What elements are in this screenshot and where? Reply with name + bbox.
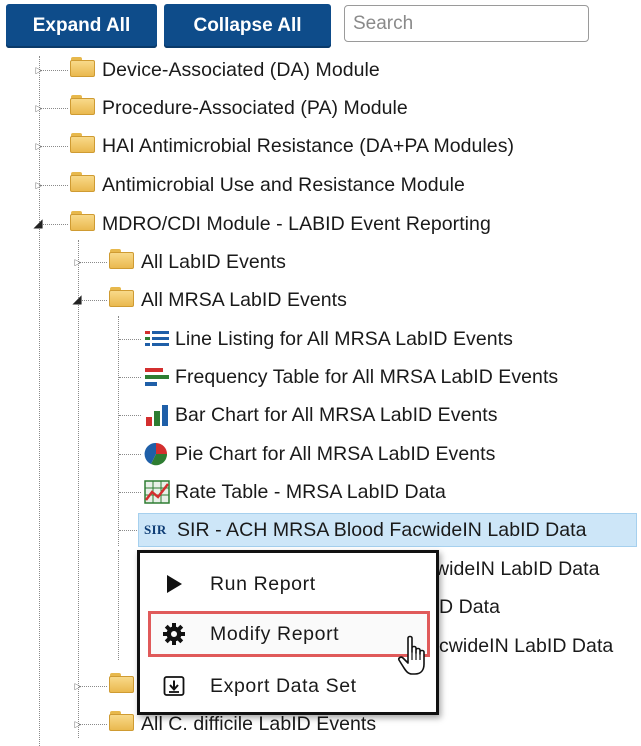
tree-connector	[119, 339, 141, 340]
folder-icon	[70, 95, 98, 121]
report-label: Pie Chart for All MRSA LabID Events	[175, 442, 496, 465]
tree-connector	[40, 70, 68, 71]
report-frequency-table[interactable]: Frequency Table for All MRSA LabID Event…	[143, 360, 558, 394]
menu-item-export-data-set[interactable]: Export Data Set	[148, 663, 430, 709]
expand-toggle-icon[interactable]: ▷	[34, 180, 44, 190]
tree-connector	[40, 185, 68, 186]
menu-item-label: Run Report	[210, 572, 316, 595]
rate-table-icon	[143, 479, 171, 505]
tree-node-label: All MRSA LabID Events	[141, 288, 347, 311]
tree-node-label: MDRO/CDI Module - LABID Event Reporting	[102, 212, 491, 235]
context-menu: Run Report Modify Report Export Data Set	[137, 550, 439, 715]
tree-connector	[78, 240, 79, 738]
report-rate-table[interactable]: Rate Table - MRSA LabID Data	[143, 475, 446, 509]
tree-connector	[40, 146, 68, 147]
report-line-listing[interactable]: Line Listing for All MRSA LabID Events	[143, 322, 513, 356]
hand-cursor-icon	[397, 634, 431, 678]
report-label: D Data	[439, 595, 500, 618]
collapse-toggle-icon[interactable]: ◢	[72, 293, 82, 305]
sir-icon: SIR	[143, 517, 173, 543]
expand-toggle-icon[interactable]: ▷	[73, 681, 83, 691]
tree-node-label: Procedure-Associated (PA) Module	[102, 96, 408, 119]
tree-node-pa-module[interactable]: Procedure-Associated (PA) Module	[70, 91, 408, 125]
folder-icon	[109, 249, 137, 275]
tree-connector	[79, 686, 107, 687]
tree-connector	[79, 724, 107, 725]
report-label: cwideIN LabID Data	[439, 634, 614, 657]
collapse-toggle-icon[interactable]: ◢	[33, 217, 43, 229]
folder-icon	[70, 172, 98, 198]
bar-chart-icon	[143, 402, 171, 428]
tree-node-aur-module[interactable]: Antimicrobial Use and Resistance Module	[70, 168, 465, 202]
report-bar-chart[interactable]: Bar Chart for All MRSA LabID Events	[143, 398, 498, 432]
folder-icon	[70, 211, 98, 237]
menu-item-run-report[interactable]: Run Report	[148, 561, 430, 607]
folder-icon	[70, 57, 98, 83]
menu-item-modify-report[interactable]: Modify Report	[148, 611, 430, 657]
tree-connector	[119, 377, 141, 378]
expand-toggle-icon[interactable]: ▷	[73, 719, 83, 729]
report-label: SIR - ACH MRSA Blood FacwideIN LabID Dat…	[177, 518, 587, 541]
tree-connector	[118, 316, 119, 546]
folder-icon	[109, 287, 137, 313]
expand-toggle-icon[interactable]: ▷	[34, 103, 44, 113]
pie-chart-icon	[143, 441, 171, 467]
tree-connector	[119, 454, 141, 455]
gear-icon	[154, 614, 194, 654]
expand-toggle-icon[interactable]: ▷	[73, 257, 83, 267]
menu-item-label: Export Data Set	[210, 674, 357, 697]
tree-connector	[79, 262, 107, 263]
tree-node-mdro-cdi[interactable]: MDRO/CDI Module - LABID Event Reporting	[70, 207, 491, 241]
tree-node-hai-ar[interactable]: HAI Antimicrobial Resistance (DA+PA Modu…	[70, 129, 514, 163]
tree-connector	[118, 550, 119, 660]
report-label: Bar Chart for All MRSA LabID Events	[175, 403, 498, 426]
export-icon	[154, 666, 194, 706]
play-icon	[154, 564, 194, 604]
tree-connector	[119, 415, 141, 416]
tree-node-all-mrsa[interactable]: All MRSA LabID Events	[109, 283, 347, 317]
menu-item-label: Modify Report	[210, 622, 340, 645]
tree-node-label: All LabID Events	[141, 250, 286, 273]
report-pie-chart[interactable]: Pie Chart for All MRSA LabID Events	[143, 437, 495, 471]
report-label: Rate Table - MRSA LabID Data	[175, 480, 446, 503]
tree-node-all-labid[interactable]: All LabID Events	[109, 245, 286, 279]
report-label: wideIN LabID Data	[435, 557, 600, 580]
tree-node-label: All C. difficile LabID Events	[141, 712, 377, 735]
tree-node-label: Device-Associated (DA) Module	[102, 58, 380, 81]
tree-connector	[39, 56, 40, 746]
line-listing-icon	[143, 326, 171, 352]
tree-node-da-module[interactable]: Device-Associated (DA) Module	[70, 53, 380, 87]
tree-connector	[40, 224, 68, 225]
tree-node-label: Antimicrobial Use and Resistance Module	[102, 173, 465, 196]
report-label: Frequency Table for All MRSA LabID Event…	[175, 365, 559, 388]
folder-icon	[109, 711, 137, 737]
tree-node-label: HAI Antimicrobial Resistance (DA+PA Modu…	[102, 134, 515, 157]
folder-icon	[109, 673, 137, 699]
report-sir-ach-mrsa[interactable]: SIR SIR - ACH MRSA Blood FacwideIN LabID…	[138, 513, 637, 547]
tree-connector	[40, 108, 68, 109]
sir-badge: SIR	[144, 522, 167, 537]
tree-connector	[119, 492, 141, 493]
expand-toggle-icon[interactable]: ▷	[34, 141, 44, 151]
folder-icon	[70, 133, 98, 159]
frequency-table-icon	[143, 364, 171, 390]
tree-connector	[79, 300, 107, 301]
report-label: Line Listing for All MRSA LabID Events	[175, 327, 513, 350]
expand-toggle-icon[interactable]: ▷	[34, 65, 44, 75]
